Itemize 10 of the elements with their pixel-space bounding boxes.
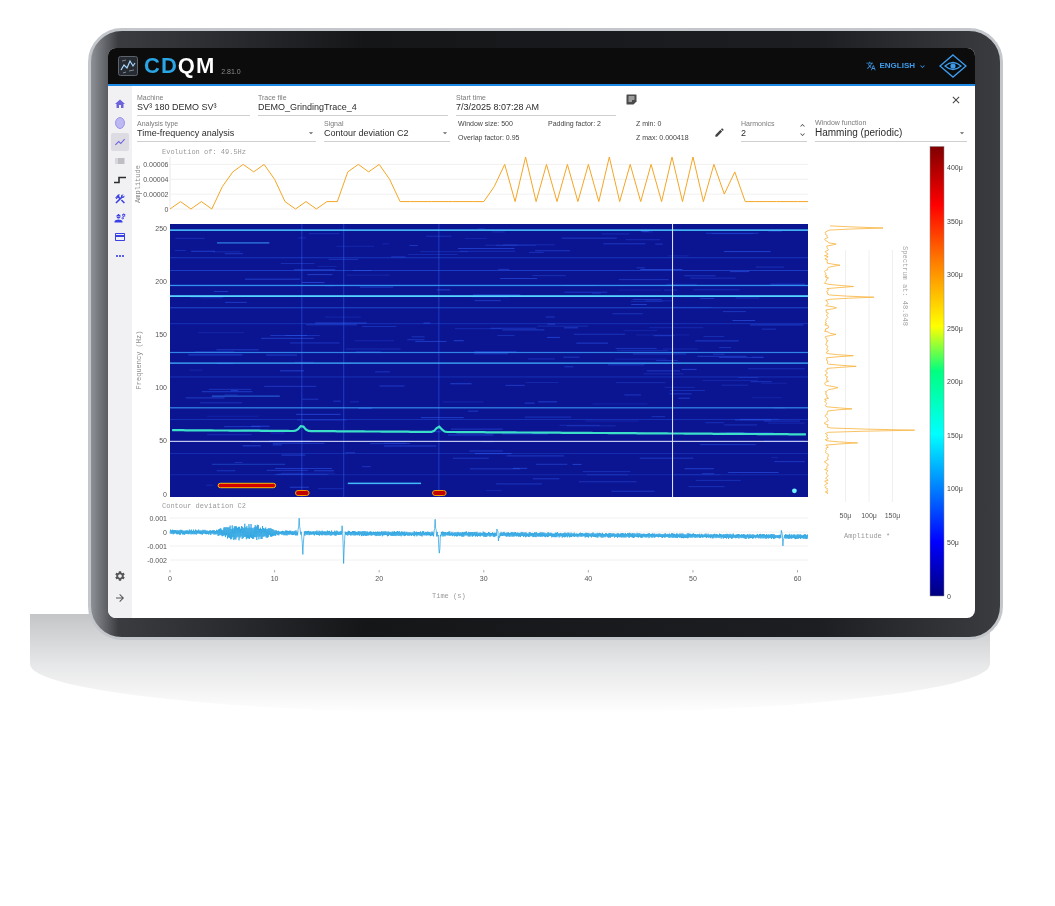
note-icon[interactable] — [626, 94, 637, 105]
settings-icon[interactable] — [114, 570, 126, 582]
close-icon[interactable] — [950, 94, 962, 106]
language-selector[interactable]: ENGLISH — [866, 61, 927, 71]
diamond-eye-logo — [939, 54, 967, 78]
chevron-down-icon[interactable] — [798, 130, 807, 139]
translate-icon — [866, 61, 877, 71]
pencil-icon[interactable] — [714, 127, 725, 138]
arrow-right-icon[interactable] — [114, 592, 126, 604]
logo-tile-icon — [118, 56, 138, 76]
